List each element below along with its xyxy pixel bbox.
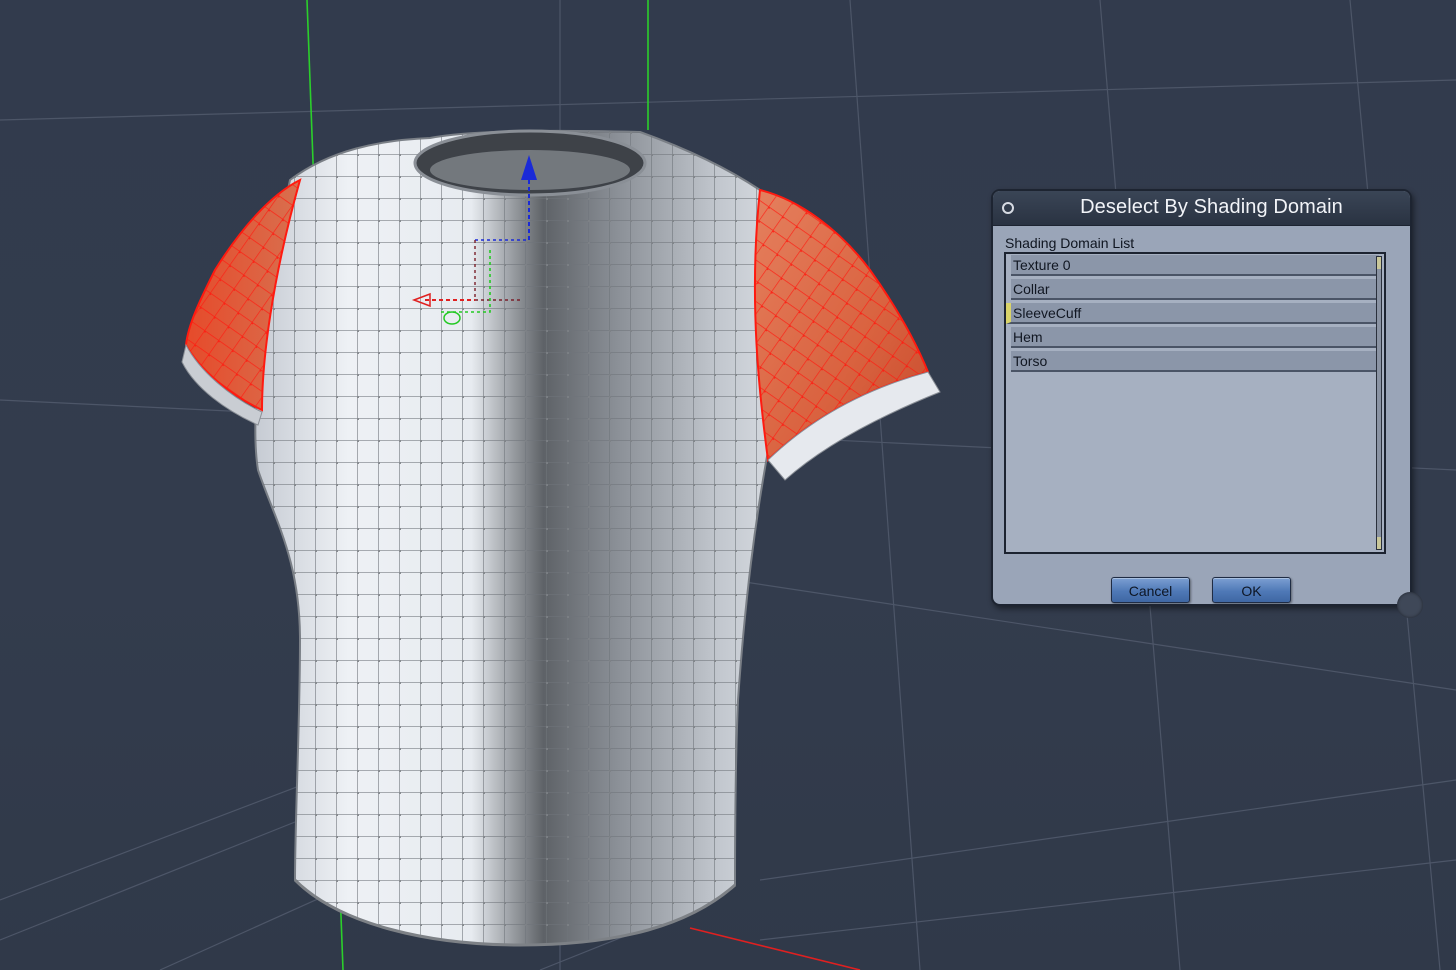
shading-domain-list[interactable]: Texture 0 Collar SleeveCuff Hem Torso bbox=[1004, 252, 1386, 554]
dialog-resize-handle[interactable] bbox=[1397, 592, 1423, 618]
close-icon[interactable] bbox=[1002, 202, 1014, 214]
shading-domain-list-label: Shading Domain List bbox=[1005, 235, 1135, 251]
dialog-title: Deselect By Shading Domain bbox=[1080, 196, 1343, 218]
list-item-collar[interactable]: Collar bbox=[1011, 279, 1379, 300]
deselect-by-shading-domain-dialog[interactable]: Deselect By Shading Domain Shading Domai… bbox=[991, 189, 1412, 606]
cancel-button[interactable]: Cancel bbox=[1111, 577, 1190, 603]
shirt-mesh[interactable] bbox=[181, 120, 941, 960]
dialog-titlebar[interactable]: Deselect By Shading Domain bbox=[993, 191, 1410, 226]
list-item-torso[interactable]: Torso bbox=[1011, 351, 1379, 372]
list-item-texture-0[interactable]: Texture 0 bbox=[1011, 255, 1379, 276]
list-scrollbar[interactable] bbox=[1376, 256, 1382, 550]
list-scrollbar-thumb[interactable] bbox=[1377, 269, 1381, 537]
list-item-hem[interactable]: Hem bbox=[1011, 327, 1379, 348]
ok-button[interactable]: OK bbox=[1212, 577, 1291, 603]
list-item-sleevecuff[interactable]: SleeveCuff bbox=[1006, 303, 1379, 324]
x-axis-line bbox=[689, 927, 861, 970]
